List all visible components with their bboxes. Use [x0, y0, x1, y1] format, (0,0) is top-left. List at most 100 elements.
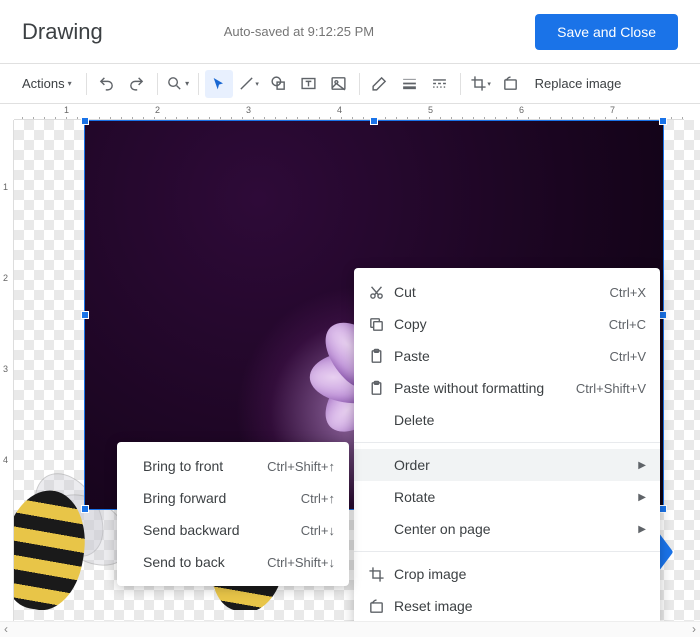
ctx-item-bring-to-front[interactable]: Bring to front Ctrl+Shift+↑ — [117, 450, 349, 482]
ctx-item-center-on-page[interactable]: Center on page ▶ — [354, 513, 660, 545]
paste-icon — [368, 348, 394, 365]
ctx-label: Cut — [394, 284, 586, 300]
horizontal-scrollbar[interactable]: ‹ › — [0, 621, 700, 637]
redo-button[interactable] — [123, 70, 151, 98]
crop-icon — [368, 566, 394, 583]
reset-icon — [368, 598, 394, 615]
ctx-label: Rotate — [394, 489, 618, 505]
ctx-item-copy[interactable]: Copy Ctrl+C — [354, 308, 660, 340]
ctx-item-bring-forward[interactable]: Bring forward Ctrl+↑ — [117, 482, 349, 514]
canvas-area: 1 2 3 4 5 6 7 1 2 3 4 — [0, 104, 700, 637]
ctx-label: Send to back — [143, 554, 243, 570]
toolbar-divider — [359, 73, 360, 95]
select-tool-button[interactable] — [205, 70, 233, 98]
ctx-item-rotate[interactable]: Rotate ▶ — [354, 481, 660, 513]
actions-label: Actions — [22, 76, 65, 91]
ctx-shortcut: Ctrl+Shift+↑ — [267, 459, 335, 474]
ruler-tick: 6 — [519, 105, 524, 115]
context-menu[interactable]: CutCtrl+XCopyCtrl+CPasteCtrl+VPaste with… — [354, 268, 660, 630]
undo-button[interactable] — [93, 70, 121, 98]
ctx-shortcut: Ctrl+↑ — [301, 491, 335, 506]
actions-menu-button[interactable]: Actions ▾ — [14, 71, 80, 96]
border-color-button[interactable] — [366, 70, 394, 98]
image-tool-button[interactable] — [325, 70, 353, 98]
shape-tool-button[interactable] — [265, 70, 293, 98]
ctx-label: Reset image — [394, 598, 646, 614]
replace-image-label: Replace image — [535, 76, 622, 91]
resize-handle-br[interactable] — [659, 505, 667, 513]
reset-image-button[interactable] — [497, 70, 525, 98]
ruler-tick: 2 — [155, 105, 160, 115]
ctx-label: Crop image — [394, 566, 646, 582]
chevron-right-icon: ▶ — [638, 524, 646, 535]
horizontal-ruler: 1234567 — [14, 104, 684, 120]
menu-separator — [354, 442, 660, 443]
toolbar-divider — [460, 73, 461, 95]
ctx-item-crop-image[interactable]: Crop image — [354, 558, 660, 590]
crop-button[interactable]: ▾ — [467, 70, 495, 98]
bee-illustration — [14, 490, 84, 610]
ctx-item-paste-without-formatting[interactable]: Paste without formatting Ctrl+Shift+V — [354, 372, 660, 404]
ctx-item-cut[interactable]: Cut Ctrl+X — [354, 276, 660, 308]
order-submenu[interactable]: Bring to front Ctrl+Shift+↑ Bring forward C… — [117, 442, 349, 586]
resize-handle-tl[interactable] — [81, 117, 89, 125]
ctx-shortcut: Ctrl+C — [609, 317, 646, 332]
ctx-shortcut: Ctrl+Shift+V — [576, 381, 646, 396]
line-tool-button[interactable]: ▾ — [235, 70, 263, 98]
ctx-shortcut: Ctrl+↓ — [301, 523, 335, 538]
resize-handle-bl[interactable] — [81, 505, 89, 513]
toolbar-divider — [86, 73, 87, 95]
ctx-item-reset-image[interactable]: Reset image — [354, 590, 660, 622]
border-dash-button[interactable] — [426, 70, 454, 98]
resize-handle-mr[interactable] — [659, 311, 667, 319]
replace-image-button[interactable]: Replace image — [527, 71, 630, 96]
caret-down-icon: ▾ — [68, 79, 72, 88]
ctx-label: Send backward — [143, 522, 277, 538]
ruler-tick: 3 — [3, 364, 8, 374]
ctx-item-send-to-back[interactable]: Send to back Ctrl+Shift+↓ — [117, 546, 349, 578]
toolbar-divider — [198, 73, 199, 95]
ruler-tick: 5 — [428, 105, 433, 115]
cut-icon — [368, 284, 394, 301]
paste-icon — [368, 380, 394, 397]
zoom-button[interactable]: ▾ — [164, 70, 192, 98]
ruler-tick: 2 — [3, 273, 8, 283]
toolbar: Actions ▾ ▾ ▾ ▾ Replace image — [0, 64, 700, 104]
ctx-item-delete[interactable]: Delete — [354, 404, 660, 436]
scroll-left-icon[interactable]: ‹ — [4, 622, 8, 637]
ctx-shortcut: Ctrl+X — [610, 285, 646, 300]
ctx-label: Order — [394, 457, 618, 473]
caret-down-icon: ▾ — [255, 80, 259, 88]
ctx-item-send-backward[interactable]: Send backward Ctrl+↓ — [117, 514, 349, 546]
ctx-label: Bring to front — [143, 458, 243, 474]
ctx-item-order[interactable]: Order ▶ — [354, 449, 660, 481]
toolbar-divider — [157, 73, 158, 95]
ruler-tick: 4 — [3, 455, 8, 465]
save-and-close-button[interactable]: Save and Close — [535, 14, 678, 50]
resize-handle-ml[interactable] — [81, 311, 89, 319]
ctx-label: Center on page — [394, 521, 618, 537]
ctx-item-paste[interactable]: PasteCtrl+V — [354, 340, 660, 372]
ruler-tick: 7 — [610, 105, 615, 115]
ctx-label: Paste — [394, 348, 586, 364]
ctx-label: Paste without formatting — [394, 380, 552, 396]
border-weight-button[interactable] — [396, 70, 424, 98]
ctx-label: Bring forward — [143, 490, 277, 506]
textbox-tool-button[interactable] — [295, 70, 323, 98]
chevron-right-icon: ▶ — [638, 492, 646, 503]
caret-down-icon: ▾ — [487, 80, 491, 88]
menu-separator — [354, 551, 660, 552]
drawing-canvas[interactable]: The WindowsClub — [14, 120, 700, 621]
chevron-right-icon: ▶ — [638, 460, 646, 471]
resize-handle-tm[interactable] — [370, 117, 378, 125]
ruler-tick: 1 — [64, 105, 69, 115]
dialog-header: Drawing Auto-saved at 9:12:25 PM Save an… — [0, 0, 700, 64]
ruler-tick: 1 — [3, 182, 8, 192]
ruler-tick: 4 — [337, 105, 342, 115]
vertical-ruler: 1 2 3 4 — [0, 120, 14, 621]
ctx-label: Copy — [394, 316, 585, 332]
autosave-status: Auto-saved at 9:12:25 PM — [63, 24, 535, 39]
ctx-shortcut: Ctrl+Shift+↓ — [267, 555, 335, 570]
scroll-right-icon[interactable]: › — [692, 622, 696, 637]
resize-handle-tr[interactable] — [659, 117, 667, 125]
